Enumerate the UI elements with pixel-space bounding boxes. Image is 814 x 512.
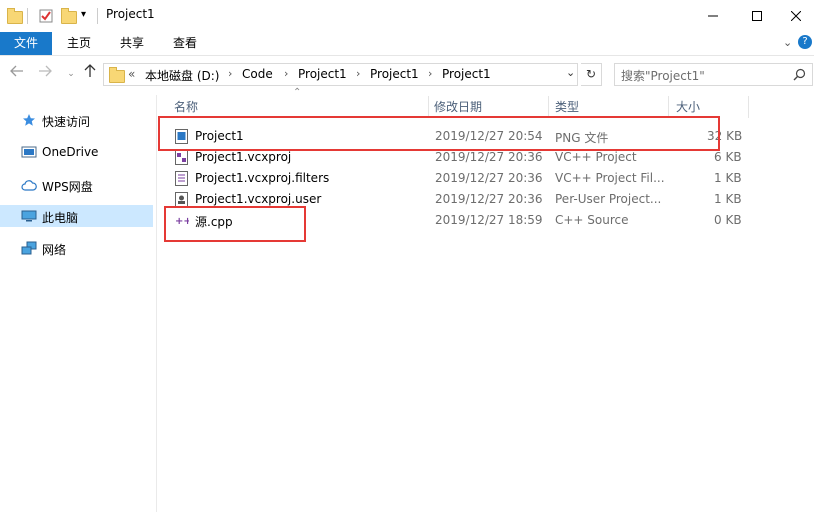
file-size: 1 KB bbox=[714, 171, 742, 185]
column-header-date[interactable]: 修改日期 bbox=[434, 96, 482, 118]
up-button[interactable] bbox=[81, 64, 99, 84]
divider bbox=[27, 8, 28, 24]
ribbon-tabs: 文件 主页 共享 查看 ⌄ ? bbox=[0, 32, 814, 56]
up-arrow-icon bbox=[84, 64, 96, 77]
breadcrumb-code[interactable]: Code bbox=[242, 67, 273, 81]
file-name[interactable]: Project1.vcxproj bbox=[195, 150, 291, 164]
tab-home[interactable]: 主页 bbox=[55, 32, 103, 55]
file-date: 2019/12/27 20:36 bbox=[435, 150, 543, 164]
file-name[interactable]: Project1.vcxproj.user bbox=[195, 192, 321, 206]
nav-item-label: 快速访问 bbox=[42, 115, 91, 129]
folder-icon bbox=[108, 67, 125, 83]
nav-item-label: OneDrive bbox=[42, 145, 99, 159]
new-folder-icon[interactable] bbox=[60, 8, 77, 24]
file-size: 0 KB bbox=[714, 213, 742, 227]
back-button[interactable] bbox=[8, 64, 26, 84]
file-date: 2019/12/27 20:36 bbox=[435, 192, 543, 206]
divider bbox=[97, 8, 98, 24]
nav-item-label: 此电脑 bbox=[42, 211, 79, 225]
column-header-type[interactable]: 类型 bbox=[555, 96, 579, 118]
file-size: 6 KB bbox=[714, 150, 742, 164]
breadcrumb-project1-b[interactable]: Project1 bbox=[370, 67, 419, 81]
nav-item-onedrive[interactable]: OneDrive bbox=[0, 141, 153, 163]
help-icon[interactable]: ? bbox=[798, 35, 812, 49]
file-row[interactable]: Project1.vcxproj.filters 2019/12/27 20:3… bbox=[170, 168, 750, 189]
highlight-box-source-cpp bbox=[164, 206, 306, 242]
star-icon bbox=[23, 114, 35, 126]
recent-locations-dropdown[interactable]: ⌄ bbox=[62, 64, 80, 84]
maximize-button[interactable] bbox=[734, 0, 780, 31]
column-header-size[interactable]: 大小 bbox=[676, 96, 700, 118]
breadcrumb-drive[interactable]: 本地磁盘 (D:) bbox=[145, 67, 219, 84]
address-bar[interactable]: « 本地磁盘 (D:) › Code › Project1 › Project1… bbox=[103, 63, 578, 86]
quick-access-dropdown-icon[interactable]: ▾ bbox=[81, 9, 86, 20]
nav-item-label: 网络 bbox=[42, 243, 67, 257]
column-divider[interactable] bbox=[548, 96, 549, 118]
highlight-box-project1-png bbox=[158, 116, 720, 151]
close-icon bbox=[791, 10, 801, 21]
search-icon[interactable] bbox=[793, 68, 806, 81]
search-box[interactable]: 搜索"Project1" bbox=[614, 63, 813, 86]
cloud-icon bbox=[21, 180, 37, 191]
tab-share[interactable]: 共享 bbox=[108, 32, 156, 55]
breadcrumb-overflow[interactable]: « bbox=[128, 67, 135, 81]
search-input[interactable]: 搜索"Project1" bbox=[621, 67, 705, 84]
forward-button[interactable] bbox=[36, 64, 54, 84]
computer-icon bbox=[21, 210, 37, 222]
nav-item-this-pc[interactable]: 此电脑 bbox=[0, 205, 153, 227]
breadcrumb-chevron-icon[interactable]: › bbox=[284, 67, 288, 80]
refresh-button[interactable]: ↻ bbox=[581, 63, 602, 86]
file-type: C++ Source bbox=[555, 213, 629, 227]
nav-item-label: WPS网盘 bbox=[42, 180, 93, 194]
refresh-icon: ↻ bbox=[585, 67, 597, 81]
nav-item-wps-drive[interactable]: WPS网盘 bbox=[0, 174, 153, 196]
file-name[interactable]: Project1.vcxproj.filters bbox=[195, 171, 329, 185]
minimize-icon bbox=[708, 15, 718, 16]
file-date: 2019/12/27 20:36 bbox=[435, 171, 543, 185]
onedrive-icon bbox=[21, 146, 37, 158]
title-bar: ▾ Project1 bbox=[0, 0, 814, 32]
file-size: 1 KB bbox=[714, 192, 742, 206]
breadcrumb-chevron-icon[interactable]: › bbox=[428, 67, 432, 80]
vcxproj-icon bbox=[175, 150, 188, 165]
breadcrumb-project1-a[interactable]: Project1 bbox=[298, 67, 347, 81]
column-divider[interactable] bbox=[668, 96, 669, 118]
maximize-icon bbox=[752, 10, 762, 21]
file-date: 2019/12/27 18:59 bbox=[435, 213, 543, 227]
network-icon bbox=[21, 241, 37, 255]
tab-view[interactable]: 查看 bbox=[161, 32, 209, 55]
forward-arrow-icon bbox=[39, 65, 52, 77]
navigation-pane: 快速访问 OneDrive WPS网盘 此电脑 网络 bbox=[0, 95, 156, 512]
expand-ribbon-icon[interactable]: ⌄ bbox=[783, 36, 792, 49]
file-type: Per-User Project... bbox=[555, 192, 662, 206]
file-type: VC++ Project bbox=[555, 150, 637, 164]
breadcrumb-chevron-icon[interactable]: › bbox=[356, 67, 360, 80]
window-title: Project1 bbox=[106, 7, 155, 21]
nav-item-network[interactable]: 网络 bbox=[0, 237, 153, 259]
minimize-button[interactable] bbox=[690, 0, 736, 31]
pane-divider[interactable] bbox=[156, 95, 157, 512]
user-file-icon bbox=[175, 192, 188, 207]
folder-icon bbox=[6, 8, 23, 24]
file-type: VC++ Project Fil... bbox=[555, 171, 665, 185]
nav-item-quick-access[interactable]: 快速访问 bbox=[0, 109, 153, 131]
breadcrumb-chevron-icon[interactable]: › bbox=[228, 67, 232, 80]
column-divider[interactable] bbox=[748, 96, 749, 118]
address-dropdown-icon[interactable]: ⌄ bbox=[566, 66, 575, 79]
back-arrow-icon bbox=[10, 65, 23, 77]
properties-checkmark-icon[interactable] bbox=[38, 8, 54, 24]
filters-file-icon bbox=[175, 171, 188, 186]
column-header-name[interactable]: 名称 bbox=[174, 96, 198, 118]
tab-file[interactable]: 文件 bbox=[0, 32, 52, 55]
close-button[interactable] bbox=[778, 0, 814, 31]
breadcrumb-project1-c[interactable]: Project1 bbox=[442, 67, 491, 81]
sort-ascending-icon: ⌃ bbox=[293, 87, 302, 98]
column-divider[interactable] bbox=[428, 96, 429, 118]
